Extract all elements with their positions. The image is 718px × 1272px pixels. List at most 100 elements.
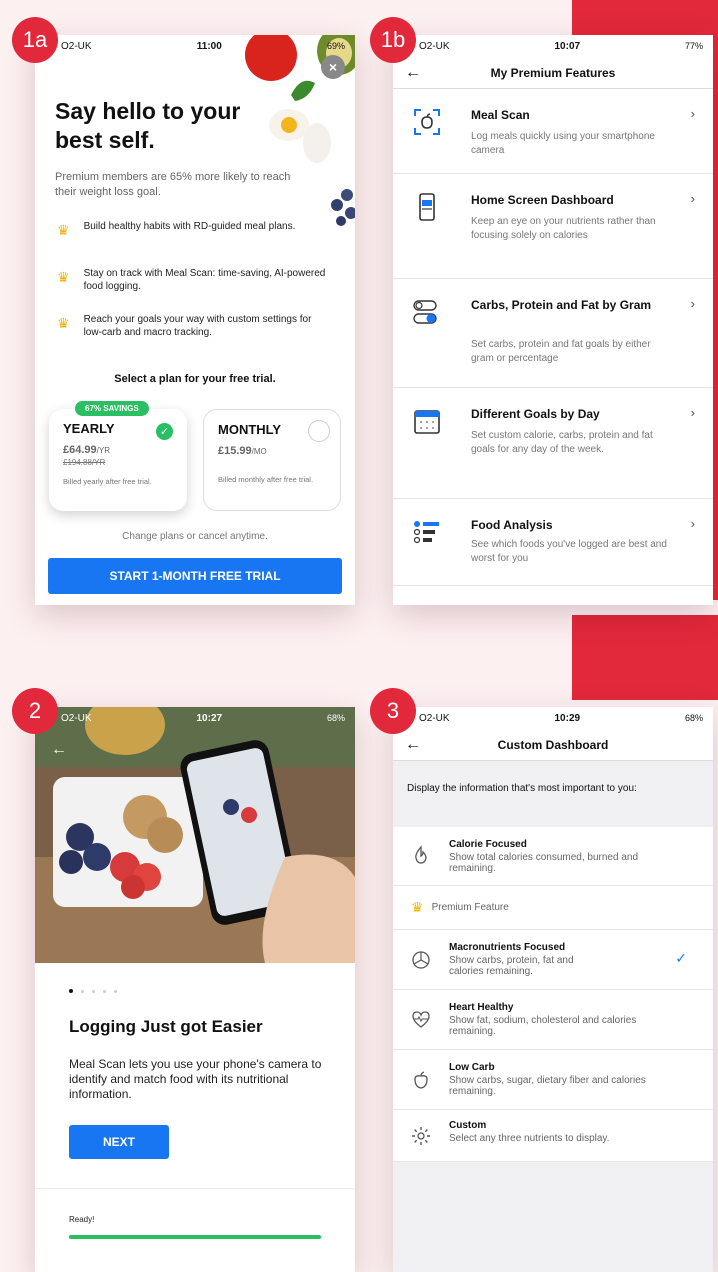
selected-check-icon: ✓ bbox=[675, 950, 687, 966]
crown-icon: ♛ bbox=[57, 269, 70, 285]
back-arrow-icon[interactable]: ← bbox=[405, 736, 421, 754]
clock: 10:29 bbox=[554, 712, 581, 724]
original-price-value: £194.88 bbox=[63, 458, 92, 467]
feature-title: Home Screen Dashboard bbox=[471, 193, 614, 207]
step-badge-1b: 1b bbox=[370, 17, 416, 63]
feature-title: Different Goals by Day bbox=[471, 407, 600, 421]
status-bar: O2-UK 10:29 68% bbox=[393, 707, 713, 729]
feature-title: Meal Scan bbox=[471, 108, 530, 122]
chevron-right-icon: › bbox=[690, 516, 695, 531]
feature-description: Set custom calorie, carbs, protein and f… bbox=[471, 430, 653, 455]
page-dot bbox=[103, 989, 106, 993]
feature-row-food-analysis[interactable]: Food Analysis See which foods you've log… bbox=[393, 500, 713, 586]
carrier-label: O2-UK bbox=[419, 712, 450, 724]
heart-pulse-icon bbox=[412, 1011, 430, 1028]
feature-row-meal-scan[interactable]: Meal Scan Log meals quickly using your s… bbox=[393, 90, 713, 174]
feature-row-home-dashboard[interactable]: Home Screen Dashboard Keep an eye on you… bbox=[393, 175, 713, 279]
headline: Say hello to your best self. bbox=[55, 98, 241, 153]
next-button[interactable]: NEXT bbox=[69, 1125, 169, 1159]
plan-radio[interactable] bbox=[308, 420, 330, 442]
status-bar: O2-UK 10:07 77% bbox=[393, 35, 713, 57]
ready-label: Ready! bbox=[69, 1215, 95, 1224]
option-title: Custom bbox=[449, 1120, 487, 1131]
page-indicator bbox=[69, 989, 117, 993]
crown-icon: ♛ bbox=[57, 222, 70, 238]
option-macronutrients[interactable]: Macronutrients Focused Show carbs, prote… bbox=[393, 930, 713, 990]
option-description: Select any three nutrients to display. bbox=[449, 1133, 610, 1144]
option-title: Calorie Focused bbox=[449, 839, 527, 850]
feature-row-goals-by-day[interactable]: Different Goals by Day Set custom calori… bbox=[393, 389, 713, 499]
flame-icon bbox=[415, 845, 427, 864]
battery-label: 69% bbox=[326, 41, 345, 51]
toggle-icon bbox=[413, 300, 437, 324]
decorative-red-bar-bottom bbox=[572, 615, 718, 700]
custom-dashboard-screen: O2-UK 10:29 68% ← Custom Dashboard Displ… bbox=[393, 707, 713, 1272]
plan-price: £15.99/MO bbox=[218, 445, 326, 457]
chevron-right-icon: › bbox=[690, 405, 695, 420]
feature-description: Keep an eye on your nutrients rather tha… bbox=[471, 216, 656, 241]
premium-features-screen: O2-UK 10:07 77% ← My Premium Features Me… bbox=[393, 35, 713, 605]
benefit-item: ♛ Stay on track with Meal Scan: time-sav… bbox=[57, 267, 327, 293]
meal-scan-onboarding-screen: O2-UK 10:27 68% ← Logging Just got Easie… bbox=[35, 707, 355, 1272]
chevron-right-icon: › bbox=[690, 191, 695, 206]
option-heart-healthy[interactable]: Heart Healthy Show fat, sodium, choleste… bbox=[393, 990, 713, 1050]
pie-chart-icon bbox=[412, 951, 430, 969]
meal-scan-icon bbox=[414, 109, 440, 135]
step-badge-3: 3 bbox=[370, 688, 416, 734]
clock: 11:00 bbox=[196, 40, 222, 52]
benefit-item: ♛ Reach your goals your way with custom … bbox=[57, 313, 327, 339]
billing-note: Billed yearly after free trial. bbox=[63, 477, 152, 486]
price-period: /YR bbox=[96, 446, 110, 455]
page-dot bbox=[92, 989, 95, 993]
feature-description: See which foods you've logged are best a… bbox=[471, 539, 667, 564]
original-price: £194.88/YR bbox=[63, 458, 173, 467]
page-dot bbox=[81, 989, 84, 993]
premium-upsell-screen: O2-UK 11:00 69% × Say hello to your best… bbox=[35, 35, 355, 605]
price-value: £64.99 bbox=[63, 444, 97, 456]
option-custom[interactable]: Custom Select any three nutrients to dis… bbox=[393, 1110, 713, 1162]
feature-description: Log meals quickly using your smartphone … bbox=[471, 131, 655, 156]
battery-label: 68% bbox=[684, 713, 703, 723]
clock: 10:07 bbox=[554, 40, 581, 52]
option-low-carb[interactable]: Low Carb Show carbs, sugar, dietary fibe… bbox=[393, 1050, 713, 1110]
benefit-item: ♛ Build healthy habits with RD-guided me… bbox=[57, 220, 327, 237]
back-arrow-icon[interactable]: ← bbox=[405, 64, 421, 82]
billing-note: Billed monthly after free trial. bbox=[218, 475, 314, 484]
premium-label: Premium Feature bbox=[431, 902, 509, 913]
yearly-plan-card[interactable]: YEARLY £64.99/YR £194.88/YR Billed yearl… bbox=[49, 409, 187, 511]
phone-dashboard-icon bbox=[419, 193, 435, 221]
price-value: £15.99 bbox=[218, 445, 252, 457]
carrier-label: O2-UK bbox=[419, 40, 450, 52]
carrier-label: O2-UK bbox=[61, 40, 92, 52]
selected-check-icon: ✓ bbox=[156, 423, 173, 440]
crown-icon: ♛ bbox=[57, 315, 70, 331]
option-calorie-focused[interactable]: Calorie Focused Show total calories cons… bbox=[393, 827, 713, 886]
subtitle: Premium members are 65% more likely to r… bbox=[55, 171, 291, 198]
feature-row-grams[interactable]: Carbs, Protein and Fat by Gram Set carbs… bbox=[393, 280, 713, 388]
analysis-list-icon bbox=[413, 521, 439, 544]
option-description: Show total calories consumed, burned and… bbox=[449, 852, 639, 874]
plan-select-title: Select a plan for your free trial. bbox=[114, 373, 276, 385]
page-dot bbox=[114, 989, 117, 993]
start-trial-button[interactable]: START 1-MONTH FREE TRIAL bbox=[48, 558, 342, 594]
benefit-text: Reach your goals your way with custom se… bbox=[83, 314, 312, 338]
step-badge-1a: 1a bbox=[12, 17, 58, 63]
nav-bar: ← Custom Dashboard bbox=[393, 729, 713, 761]
monthly-plan-card[interactable]: MONTHLY £15.99/MO Billed monthly after f… bbox=[203, 409, 341, 511]
option-title: Macronutrients Focused bbox=[449, 942, 566, 953]
progress-bar bbox=[69, 1235, 321, 1239]
premium-feature-header: ♛ Premium Feature bbox=[393, 886, 713, 930]
savings-badge: 67% SAVINGS bbox=[75, 401, 149, 416]
feature-description: Set carbs, protein and fat goals by eith… bbox=[471, 339, 651, 364]
status-bar: O2-UK 11:00 69% bbox=[35, 35, 355, 57]
gear-icon bbox=[412, 1127, 430, 1145]
crown-icon: ♛ bbox=[411, 899, 424, 915]
step-badge-2: 2 bbox=[12, 688, 58, 734]
chevron-right-icon: › bbox=[690, 106, 695, 121]
benefit-text: Stay on track with Meal Scan: time-savin… bbox=[83, 268, 326, 292]
option-title: Heart Healthy bbox=[449, 1002, 514, 1013]
battery-label: 77% bbox=[684, 41, 703, 51]
back-arrow-icon[interactable]: ← bbox=[51, 741, 67, 759]
close-button[interactable]: × bbox=[321, 55, 345, 79]
chevron-right-icon: › bbox=[690, 296, 695, 311]
